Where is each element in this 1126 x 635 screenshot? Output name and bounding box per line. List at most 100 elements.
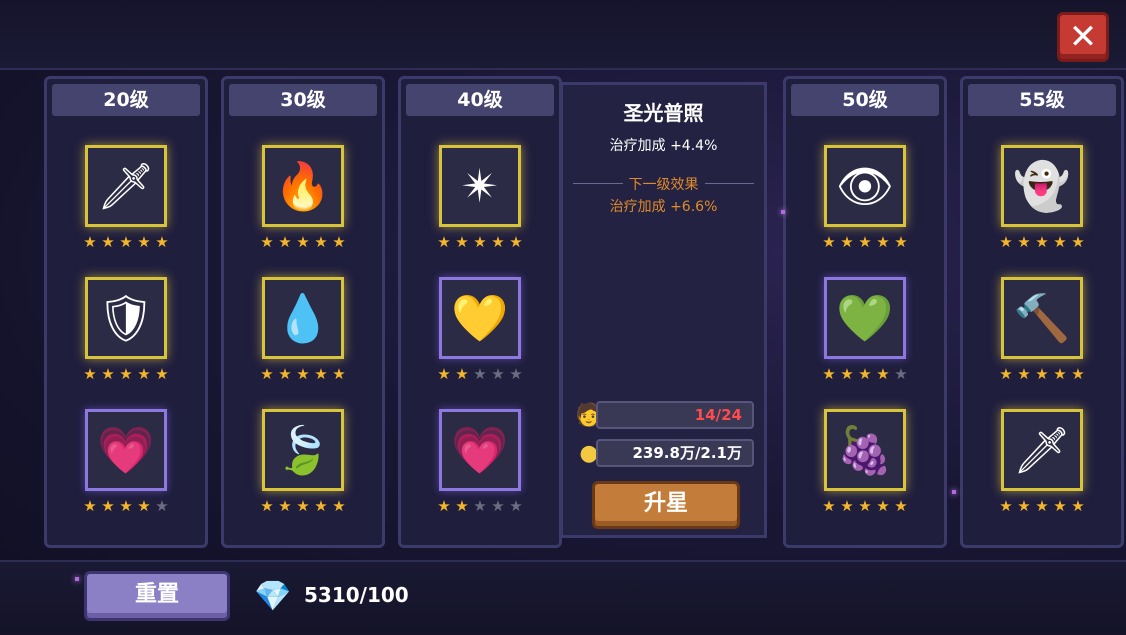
skill-slot[interactable]: 💛 ★ ★ ★ ★ ★ <box>392 277 568 409</box>
star-icon: ★ <box>840 497 854 515</box>
star-rating: ★ ★ ★ ★ ★ <box>990 366 1094 382</box>
skill-frame[interactable]: 🗡 <box>85 145 167 227</box>
star-icon: ★ <box>101 365 115 383</box>
skill-slot[interactable]: 💧 ★ ★ ★ ★ ★ <box>215 277 391 409</box>
star-icon: ★ <box>455 497 469 515</box>
star-icon: ★ <box>1071 233 1085 251</box>
star-rating: ★ ★ ★ ★ ★ <box>74 366 178 382</box>
upgrade-star-button[interactable]: 升星 <box>592 481 740 529</box>
star-icon: ★ <box>1071 365 1085 383</box>
skill-frame[interactable]: 🔥 <box>262 145 344 227</box>
star-icon: ★ <box>1035 497 1049 515</box>
skill-frame[interactable]: 💛 <box>439 277 521 359</box>
star-icon: ★ <box>83 365 97 383</box>
column-level-label: 55级 <box>968 84 1116 116</box>
skill-slot[interactable]: 💗 ★ ★ ★ ★ ★ <box>38 409 214 541</box>
coins-progress: 239.8万/2.1万 <box>596 439 754 467</box>
skill-frame[interactable]: 🔨 <box>1001 277 1083 359</box>
star-rating: ★ ★ ★ ★ ★ <box>251 498 355 514</box>
star-icon: ★ <box>999 365 1013 383</box>
skill-frame[interactable]: 👻 <box>1001 145 1083 227</box>
column-level-label: 30级 <box>229 84 377 116</box>
holy-light-icon: ✴ <box>460 159 500 213</box>
star-rating: ★ ★ ★ ★ ★ <box>813 366 917 382</box>
next-effect: 治疗加成 +6.6% <box>609 199 718 215</box>
golden-heart-icon: 💛 <box>451 291 509 345</box>
star-icon: ★ <box>1017 497 1031 515</box>
star-icon: ★ <box>1053 497 1067 515</box>
sword-icon: 🗡 <box>1012 423 1072 477</box>
skill-slot[interactable]: ✴ ★ ★ ★ ★ ★ <box>392 145 568 277</box>
star-icon: ★ <box>509 497 523 515</box>
sparkle-decoration <box>75 577 79 581</box>
skill-slot[interactable]: 💚 ★ ★ ★ ★ ★ <box>777 277 953 409</box>
star-icon: ★ <box>455 233 469 251</box>
star-icon: ★ <box>1035 365 1049 383</box>
star-icon: ★ <box>260 233 274 251</box>
star-rating: ★ ★ ★ ★ ★ <box>74 234 178 250</box>
skill-slot[interactable]: 🛡 ★ ★ ★ ★ ★ <box>38 277 214 409</box>
star-icon: ★ <box>278 365 292 383</box>
star-icon: ★ <box>314 233 328 251</box>
heart-icon: 💗 <box>97 423 155 477</box>
star-rating: ★ ★ ★ ★ ★ <box>990 498 1094 514</box>
star-icon: ★ <box>155 365 169 383</box>
hammer-icon: 🔨 <box>1013 291 1071 345</box>
column-level-label: 20级 <box>52 84 200 116</box>
star-rating: ★ ★ ★ ★ ★ <box>813 234 917 250</box>
reset-button[interactable]: 重置 <box>84 571 230 621</box>
current-effect: 治疗加成 +4.4% <box>609 138 718 154</box>
skill-frame[interactable]: 💚 <box>824 277 906 359</box>
star-icon: ★ <box>999 233 1013 251</box>
star-icon: ★ <box>260 365 274 383</box>
star-icon: ★ <box>119 497 133 515</box>
gem-count: 5310/100 <box>304 583 409 607</box>
skill-info-panel: 圣光普照 治疗加成 +4.4% 下一级效果 治疗加成 +6.6% 🧑 14/24… <box>560 82 767 538</box>
skill-frame[interactable]: 💗 <box>439 409 521 491</box>
skill-slot[interactable]: 👻 ★ ★ ★ ★ ★ <box>954 145 1126 277</box>
skill-frame[interactable]: 💧 <box>262 277 344 359</box>
star-icon: ★ <box>473 497 487 515</box>
star-icon: ★ <box>437 365 451 383</box>
star-icon: ★ <box>119 233 133 251</box>
close-button[interactable]: ✕ <box>1057 12 1109 62</box>
skill-frame[interactable]: 🍃 <box>262 409 344 491</box>
heart-icon: 💗 <box>451 423 509 477</box>
star-icon: ★ <box>894 233 908 251</box>
star-icon: ★ <box>119 365 133 383</box>
star-icon: ★ <box>155 497 169 515</box>
star-icon: ★ <box>509 233 523 251</box>
skill-slot[interactable]: 👁 ★ ★ ★ ★ ★ <box>777 145 953 277</box>
star-icon: ★ <box>83 233 97 251</box>
skill-slot[interactable]: 🍇 ★ ★ ★ ★ ★ <box>777 409 953 541</box>
star-icon: ★ <box>83 497 97 515</box>
star-icon: ★ <box>314 497 328 515</box>
skill-slot[interactable]: 🗡 ★ ★ ★ ★ ★ <box>38 145 214 277</box>
star-icon: ★ <box>455 365 469 383</box>
star-icon: ★ <box>1017 233 1031 251</box>
star-icon: ★ <box>437 233 451 251</box>
star-icon: ★ <box>1053 233 1067 251</box>
skill-frame[interactable]: 💗 <box>85 409 167 491</box>
skill-slot[interactable]: 🔨 ★ ★ ★ ★ ★ <box>954 277 1126 409</box>
star-icon: ★ <box>876 233 890 251</box>
star-icon: ★ <box>876 497 890 515</box>
star-icon: ★ <box>822 365 836 383</box>
skill-frame[interactable]: 👁 <box>824 145 906 227</box>
skill-slot[interactable]: 💗 ★ ★ ★ ★ ★ <box>392 409 568 541</box>
star-icon: ★ <box>1071 497 1085 515</box>
skill-slot[interactable]: 🗡 ★ ★ ★ ★ ★ <box>954 409 1126 541</box>
skill-frame[interactable]: 🛡 <box>85 277 167 359</box>
fragments-progress: 14/24 <box>596 401 754 429</box>
skill-frame[interactable]: ✴ <box>439 145 521 227</box>
skill-frame[interactable]: 🍇 <box>824 409 906 491</box>
skill-column-level-40: 40级 ✴ ★ ★ ★ ★ ★ 💛 ★ ★ ★ ★ ★ 💗 ★ ★ ★ ★ ★ <box>398 76 562 548</box>
skill-slot[interactable]: 🔥 ★ ★ ★ ★ ★ <box>215 145 391 277</box>
next-level-label: 下一级效果 <box>622 174 705 194</box>
skill-frame[interactable]: 🗡 <box>1001 409 1083 491</box>
star-rating: ★ ★ ★ ★ ★ <box>74 498 178 514</box>
ghost-icon: 👻 <box>1013 159 1071 213</box>
star-icon: ★ <box>999 497 1013 515</box>
skill-slot[interactable]: 🍃 ★ ★ ★ ★ ★ <box>215 409 391 541</box>
star-icon: ★ <box>296 233 310 251</box>
